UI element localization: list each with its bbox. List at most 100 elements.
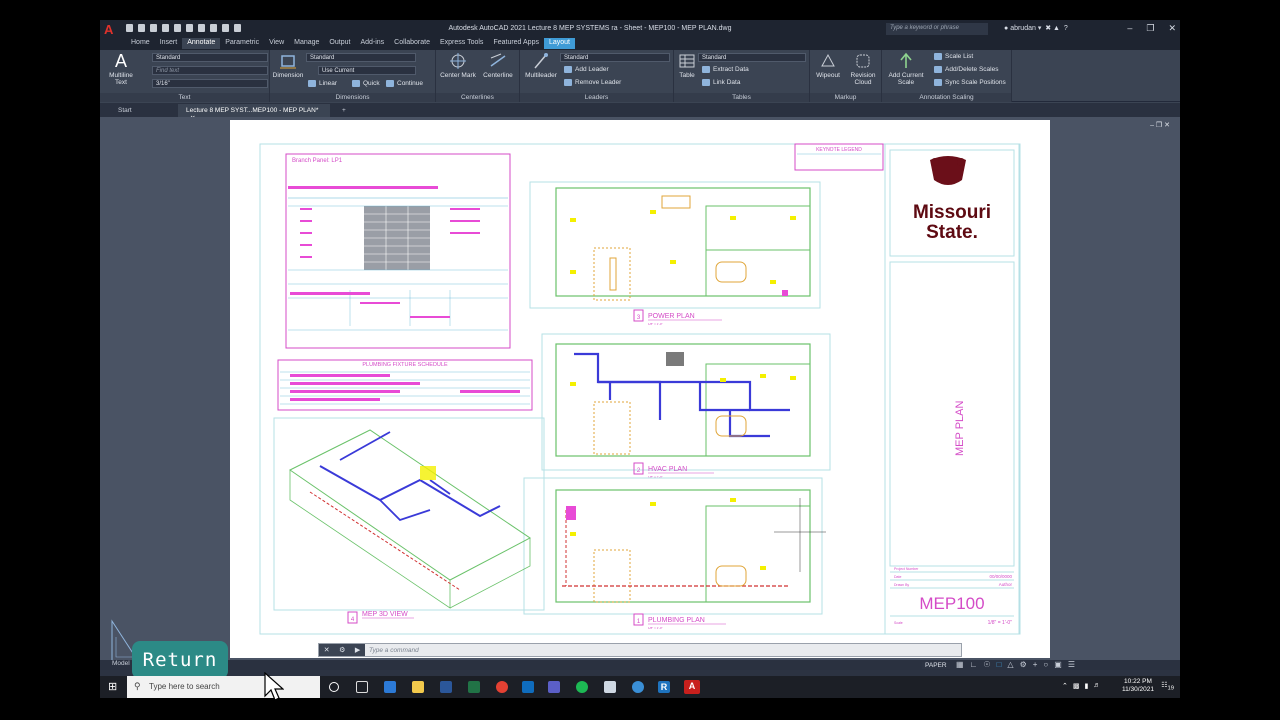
command-line[interactable]: ✕ ⚙ ▶ Type a command xyxy=(318,643,962,657)
polar-icon[interactable]: ☉ xyxy=(983,660,990,669)
extract-data-button[interactable]: Extract Data xyxy=(702,66,749,73)
cortana-icon[interactable] xyxy=(329,682,339,692)
windows-start-icon[interactable]: ⊞ xyxy=(108,680,117,693)
autocad-logo-icon[interactable]: A xyxy=(104,23,116,37)
dimensions-panel-title[interactable]: Dimensions xyxy=(270,93,435,102)
open-icon[interactable] xyxy=(138,24,145,32)
tab-home[interactable]: Home xyxy=(126,38,155,49)
text-height-select[interactable]: 3/16" xyxy=(152,79,268,88)
app-icon[interactable] xyxy=(632,681,644,693)
add-leader-button[interactable]: Add Leader xyxy=(564,66,609,73)
continue-button[interactable]: Continue xyxy=(386,80,423,87)
help-search-input[interactable]: Type a keyword or phrase xyxy=(886,23,988,35)
save-icon[interactable] xyxy=(150,24,157,32)
spotify-icon[interactable] xyxy=(576,681,588,693)
leaders-panel-title[interactable]: Leaders xyxy=(520,93,673,102)
tab-manage[interactable]: Manage xyxy=(289,38,324,49)
markup-panel-title[interactable]: Markup xyxy=(810,93,881,102)
remove-leader-button[interactable]: Remove Leader xyxy=(564,79,621,86)
workspace-icon[interactable]: ⚙ xyxy=(1020,660,1027,669)
tab-annotate[interactable]: Annotate xyxy=(182,38,221,49)
linear-button[interactable]: Linear xyxy=(308,80,337,87)
new-icon[interactable] xyxy=(126,24,133,32)
return-button[interactable]: Return xyxy=(132,641,228,679)
tab-output[interactable]: Output xyxy=(324,38,355,49)
center-mark-button[interactable]: Center Mark xyxy=(438,52,478,79)
viewport-window-controls[interactable]: – ❐ ✕ xyxy=(1150,121,1170,129)
quick-button[interactable]: Quick xyxy=(352,80,380,87)
annotation-scale-icon[interactable]: △ xyxy=(1007,660,1013,669)
plot-icon[interactable] xyxy=(186,24,193,32)
new-tab-icon[interactable]: + xyxy=(334,104,354,117)
revision-cloud-button[interactable]: Revision Cloud xyxy=(846,52,880,86)
add-icon[interactable]: + xyxy=(1033,660,1038,669)
multiline-text-button[interactable]: A Multiline Text xyxy=(106,52,136,86)
tab-collaborate[interactable]: Collaborate xyxy=(389,38,435,49)
workspace-dropdown-icon[interactable] xyxy=(234,24,241,32)
add-delete-scales-button[interactable]: Add/Delete Scales xyxy=(934,66,998,73)
link-data-button[interactable]: Link Data xyxy=(702,79,740,86)
clock[interactable]: 10:22 PM 11/30/2021 xyxy=(1122,678,1154,694)
battery-icon[interactable]: ▮ xyxy=(1085,682,1089,690)
leader-style-select[interactable]: Standard xyxy=(560,53,670,62)
save-as-icon[interactable] xyxy=(162,24,169,32)
ortho-icon[interactable]: ∟ xyxy=(970,660,978,669)
find-text-input[interactable]: Find text xyxy=(152,66,268,75)
outlook-icon[interactable] xyxy=(522,681,534,693)
dimension-button[interactable]: Dimension xyxy=(272,52,304,79)
revit-icon[interactable]: R xyxy=(658,681,670,693)
restore-icon[interactable]: ❐ xyxy=(1146,23,1154,34)
file-explorer-icon[interactable] xyxy=(412,681,424,693)
tab-view[interactable]: View xyxy=(264,38,289,49)
tab-layout[interactable]: Layout xyxy=(543,38,575,49)
volume-icon[interactable]: ♬ xyxy=(1093,682,1100,690)
close-icon[interactable]: ✕ xyxy=(1168,23,1176,34)
drawing-area[interactable]: Branch Panel: LP1 PLUMBING FIXTURE SCHED… xyxy=(100,117,1180,662)
calculator-icon[interactable] xyxy=(604,681,616,693)
tab-parametric[interactable]: Parametric xyxy=(220,38,264,49)
centerlines-panel-title[interactable]: Centerlines xyxy=(436,93,519,102)
sync-scale-positions-button[interactable]: Sync Scale Positions xyxy=(934,79,1006,86)
tables-panel-title[interactable]: Tables xyxy=(674,93,809,102)
table-button[interactable]: Table xyxy=(676,52,698,79)
dim-style-select[interactable]: Standard xyxy=(306,53,416,62)
recent-commands-icon[interactable]: ▶ xyxy=(355,646,360,654)
excel-icon[interactable] xyxy=(468,681,480,693)
network-icon[interactable]: ▩ xyxy=(1073,682,1080,690)
centerline-button[interactable]: Centerline xyxy=(478,52,518,79)
annotation-scaling-panel-title[interactable]: Annotation Scaling xyxy=(882,93,1011,102)
taskbar-search-input[interactable]: ⚲ Type here to search xyxy=(127,676,320,698)
paper-space-toggle[interactable]: PAPER xyxy=(922,662,950,669)
fullscreen-icon[interactable]: ▣ xyxy=(1054,660,1062,669)
wipeout-button[interactable]: Wipeout xyxy=(812,52,844,79)
tab-insert[interactable]: Insert xyxy=(155,38,183,49)
tab-featured-apps[interactable]: Featured Apps xyxy=(488,38,544,49)
isolate-icon[interactable]: ○ xyxy=(1043,660,1048,669)
minimize-icon[interactable]: – xyxy=(1127,23,1132,34)
customize-menu-icon[interactable]: ☰ xyxy=(1068,660,1075,669)
edge-icon[interactable] xyxy=(384,681,396,693)
task-view-icon[interactable] xyxy=(356,681,368,693)
web-mobile-icon[interactable] xyxy=(174,24,181,32)
tab-current-drawing[interactable]: Lecture 8 MEP SYST...MEP100 - MEP PLAN* … xyxy=(178,104,330,122)
scale-list-button[interactable]: Scale List xyxy=(934,53,973,60)
text-panel-title[interactable]: Text xyxy=(100,93,269,102)
close-command-icon[interactable]: ✕ xyxy=(324,646,330,654)
user-account[interactable]: ● abrudan ▾ ✖ ▲ ? xyxy=(1004,24,1068,32)
autocad-taskbar-icon[interactable]: A xyxy=(684,680,700,694)
chrome-icon[interactable] xyxy=(496,681,508,693)
snap-grid-icon[interactable]: ▦ xyxy=(956,660,964,669)
tab-start[interactable]: Start xyxy=(110,104,140,117)
share-icon[interactable] xyxy=(222,24,229,32)
tab-model[interactable]: Model xyxy=(112,660,130,667)
osnap-icon[interactable]: □ xyxy=(997,660,1002,669)
multileader-button[interactable]: Multileader xyxy=(522,52,560,79)
add-current-scale-button[interactable]: Add Current Scale xyxy=(884,52,928,86)
show-hidden-icons[interactable]: ⌃ xyxy=(1062,682,1068,690)
tab-express-tools[interactable]: Express Tools xyxy=(435,38,488,49)
customize-icon[interactable]: ⚙ xyxy=(339,646,345,654)
command-input[interactable]: Type a command xyxy=(365,647,419,654)
teams-icon[interactable] xyxy=(548,681,560,693)
undo-icon[interactable] xyxy=(198,24,205,32)
notification-center-icon[interactable]: ☷19 xyxy=(1161,681,1174,691)
